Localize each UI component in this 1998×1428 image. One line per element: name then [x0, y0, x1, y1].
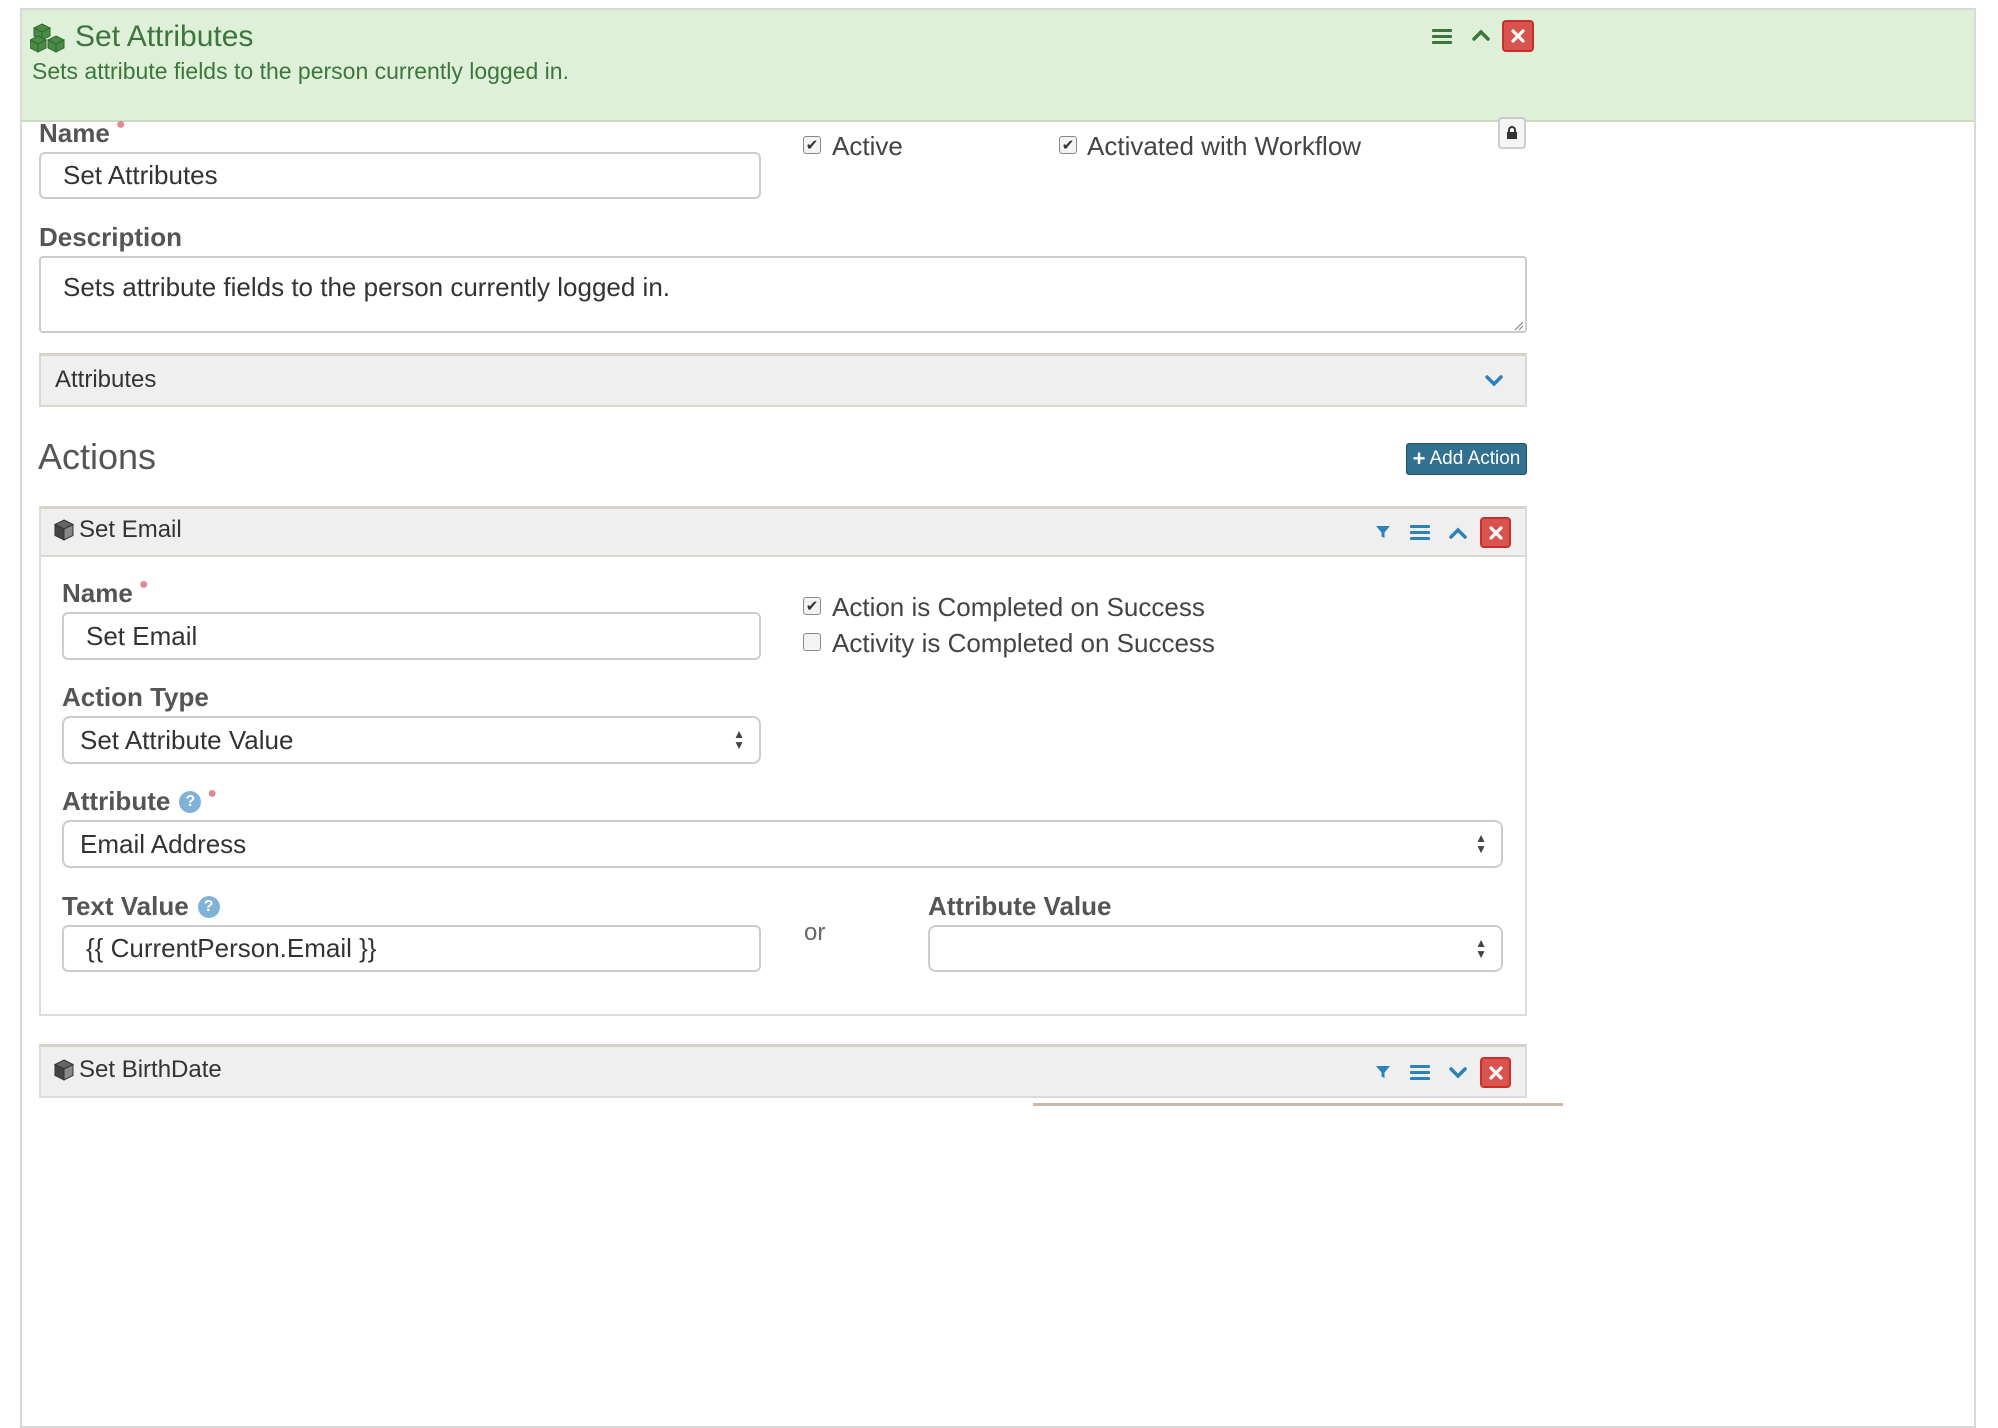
resize-handle-icon[interactable]	[1512, 318, 1524, 331]
chevron-up-icon[interactable]	[1468, 22, 1494, 48]
attribute-label: Attribute ? ●	[62, 784, 217, 817]
panel-title: Set Attributes	[75, 20, 254, 53]
activated-with-workflow-label: Activated with Workflow	[1087, 131, 1362, 161]
close-icon[interactable]	[1502, 20, 1534, 52]
action-type-select[interactable]: Set Attribute Value ▲ ▼	[62, 716, 761, 764]
plus-icon: +	[1412, 446, 1426, 471]
cube-icon	[53, 1059, 75, 1081]
panel-subtitle: Sets attribute fields to the person curr…	[32, 58, 569, 84]
description-textarea[interactable]: Sets attribute fields to the person curr…	[39, 256, 1527, 333]
or-label: or	[804, 919, 826, 946]
divider	[1033, 1103, 1563, 1106]
name-input[interactable]: Set Attributes	[39, 152, 761, 199]
activity-completed-label: Activity is Completed on Success	[832, 628, 1215, 658]
menu-icon[interactable]	[1430, 24, 1454, 48]
text-value-input[interactable]: {{ CurrentPerson.Email }}	[62, 925, 761, 972]
filter-icon[interactable]	[1372, 521, 1394, 543]
lock-icon[interactable]	[1498, 117, 1526, 149]
attributes-section-label: Attributes	[55, 366, 157, 393]
select-arrows-icon: ▲ ▼	[1475, 935, 1487, 961]
filter-icon[interactable]	[1372, 1061, 1394, 1083]
attribute-select[interactable]: Email Address ▲ ▼	[62, 820, 1503, 868]
attributes-section-header[interactable]	[39, 353, 1527, 407]
select-arrows-icon: ▲ ▼	[1475, 831, 1487, 856]
menu-icon[interactable]	[1408, 1060, 1432, 1084]
add-action-button[interactable]: + Add Action	[1406, 443, 1527, 475]
name-label: Name ●	[39, 116, 126, 148]
action-type-label: Action Type	[62, 682, 209, 712]
activated-with-workflow-checkbox[interactable]: ✔	[1059, 136, 1077, 154]
chevron-down-icon[interactable]	[1482, 372, 1506, 390]
action-completed-checkbox[interactable]: ✔	[803, 597, 821, 615]
text-value-label: Text Value ?	[62, 891, 220, 922]
menu-icon[interactable]	[1408, 520, 1432, 544]
chevron-down-icon[interactable]	[1445, 1060, 1471, 1086]
description-label: Description	[39, 222, 183, 252]
select-arrows-icon: ▲ ▼	[733, 727, 745, 752]
attribute-value-label: Attribute Value	[928, 891, 1112, 921]
help-icon[interactable]: ?	[197, 895, 220, 918]
cube-icon	[53, 519, 75, 541]
actions-heading: Actions	[38, 436, 157, 477]
chevron-up-icon[interactable]	[1445, 520, 1471, 546]
help-icon[interactable]: ?	[179, 790, 202, 813]
action-title: Set Email	[79, 516, 182, 543]
cubes-icon	[28, 22, 66, 54]
active-checkbox[interactable]: ✔	[803, 136, 821, 154]
close-icon[interactable]	[1480, 1057, 1511, 1088]
action-title: Set BirthDate	[79, 1056, 222, 1083]
activity-completed-checkbox[interactable]	[803, 633, 821, 651]
active-label: Active	[832, 131, 903, 161]
close-icon[interactable]	[1480, 517, 1511, 548]
action-header[interactable]	[39, 506, 1527, 557]
action-name-label: Name ●	[62, 576, 149, 608]
action-completed-label: Action is Completed on Success	[832, 592, 1205, 622]
action-header[interactable]	[39, 1044, 1527, 1098]
attribute-value-select[interactable]: ▲ ▼	[928, 925, 1503, 972]
action-name-input[interactable]: Set Email	[62, 612, 761, 660]
